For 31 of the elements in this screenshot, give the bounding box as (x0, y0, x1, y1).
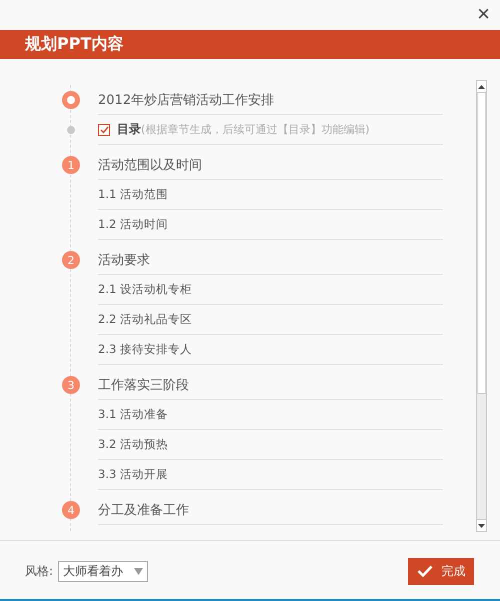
subsection-title[interactable]: 3.2 活动预热 (98, 437, 168, 452)
dialog-title: 规划PPT内容 (25, 34, 124, 55)
section-title[interactable]: 分工及准备工作 (98, 500, 189, 518)
close-icon[interactable]: × (477, 3, 490, 25)
scroll-thumb[interactable] (477, 93, 486, 394)
subsection-title[interactable]: 3.1 活动准备 (98, 407, 168, 422)
done-button[interactable]: 完成 (408, 558, 474, 584)
checkmark-icon (416, 565, 432, 577)
subsection-title[interactable]: 2.2 活动礼品专区 (98, 312, 192, 327)
section-number: 3 (62, 376, 80, 394)
style-dropdown[interactable]: 大师看着办 (58, 560, 148, 582)
style-label: 风格: (25, 562, 54, 580)
toc-hint: (根据章节生成，后续可通过【目录】功能编辑) (141, 122, 370, 137)
subsection-title[interactable]: 2.3 接待安排专人 (98, 342, 192, 357)
section-title[interactable]: 活动要求 (98, 250, 150, 268)
toc-label: 目录 (117, 121, 141, 138)
section-number: 2 (62, 251, 80, 269)
dropdown-caret-icon (134, 568, 144, 574)
subsection-title[interactable]: 1.2 活动时间 (98, 217, 168, 232)
subsection-title[interactable]: 3.3 活动开展 (98, 467, 168, 482)
section-title[interactable]: 工作落实三阶段 (98, 376, 189, 394)
section-number: 1 (62, 156, 80, 174)
presentation-title[interactable]: 2012年炒店营销活动工作安排 (98, 90, 274, 108)
section-title[interactable]: 活动范围以及时间 (98, 156, 202, 174)
subsection-title[interactable]: 2.1 设活动机专柜 (98, 282, 192, 297)
subsection-title[interactable]: 1.1 活动范围 (98, 187, 168, 202)
scrollbar[interactable] (476, 80, 487, 532)
toc-checkbox[interactable] (98, 124, 110, 136)
bullet-icon (67, 126, 75, 134)
cover-marker-icon (62, 91, 80, 109)
section-number: 4 (62, 501, 80, 519)
